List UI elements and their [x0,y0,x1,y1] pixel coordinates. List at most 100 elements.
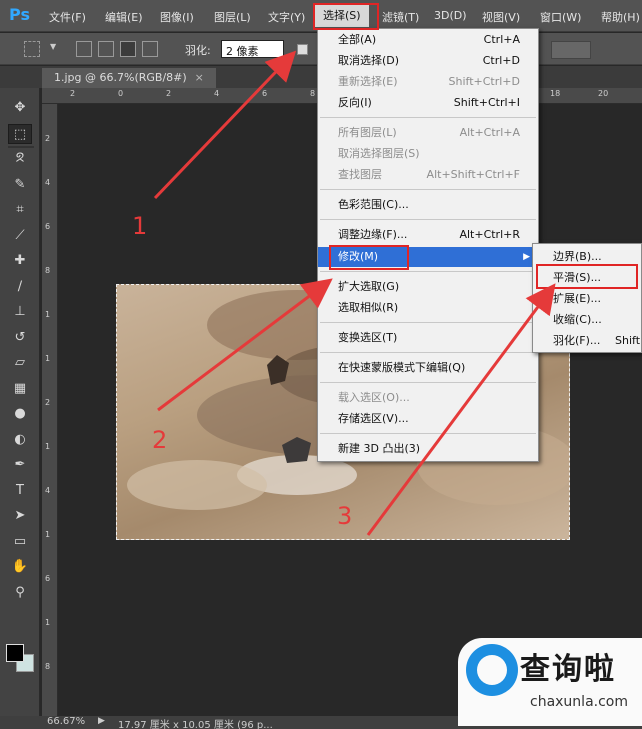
eraser-icon[interactable]: ▱ [8,353,32,373]
menu-item-label: 所有图层(L) [338,126,397,139]
menu-separator [320,382,536,383]
menu-separator [320,189,536,190]
menu-filter[interactable]: 滤镜(T) [382,9,419,25]
select-menu-item[interactable]: 色彩范围(C)... [318,195,538,215]
intersect-selection-icon[interactable] [142,41,158,57]
healing-icon[interactable]: ✚ [8,251,32,271]
chevron-down-icon[interactable]: ▼ [50,42,56,51]
status-arrow-icon[interactable]: ▶ [98,716,105,726]
foreground-color-swatch[interactable] [6,644,24,662]
document-tab[interactable]: 1.jpg @ 66.7%(RGB/8#) × [42,68,216,88]
ruler-tick-label: 20 [598,89,609,98]
annotation-number-1: 1 [132,212,148,240]
dodge-icon[interactable]: ◐ [8,430,32,450]
menu-edit[interactable]: 编辑(E) [105,9,143,25]
add-selection-icon[interactable] [98,41,114,57]
ruler-tick-label: 0 [118,89,124,98]
ruler-tick-label: 4 [45,178,51,187]
zoom-level[interactable]: 66.67% [47,716,85,727]
highlight-modify-item [329,245,409,270]
menu-item-shortcut: Alt+Ctrl+A [459,126,520,139]
menu-help[interactable]: 帮助(H) [601,9,640,25]
select-menu-item[interactable]: 选取相似(R) [318,298,538,318]
menu-item-shortcut: Ctrl+A [483,33,520,46]
width-input[interactable] [551,41,591,59]
menu-separator [320,433,536,434]
ruler-tick-label: 8 [45,662,51,671]
select-menu-item[interactable]: 扩大选取(G) [318,277,538,297]
marquee-preset-icon[interactable] [24,41,40,57]
document-tab-title: 1.jpg @ 66.7%(RGB/8#) [54,71,187,84]
ruler-tick-label: 2 [45,134,51,143]
select-menu-item[interactable]: 重新选择(E) Shift+Ctrl+D [318,72,538,92]
select-menu-item[interactable]: 在快速蒙版模式下编辑(Q) [318,358,538,378]
select-menu-item[interactable]: 所有图层(L) Alt+Ctrl+A [318,123,538,143]
modify-submenu-item[interactable]: 羽化(F)... Shift [533,331,642,351]
menu-item-label: 载入选区(O)... [338,391,410,404]
pen-icon[interactable]: ✒ [8,455,32,475]
select-menu-item[interactable]: 新建 3D 凸出(3) [318,439,538,459]
new-selection-icon[interactable] [76,41,92,57]
select-menu-item[interactable]: 存储选区(V)... [318,409,538,429]
ruler-tick-label: 4 [214,89,220,98]
history-brush-icon[interactable]: ↺ [8,328,32,348]
select-menu-item[interactable]: 取消选择图层(S) [318,144,538,164]
submenu-item-shortcut: Shift [615,334,641,347]
zoom-icon[interactable]: ⚲ [8,583,32,603]
menu-separator [320,322,536,323]
menu-file[interactable]: 文件(F) [49,9,86,25]
eyedropper-icon[interactable]: ⟋ [8,226,32,246]
select-menu-item[interactable]: 查找图层 Alt+Shift+Ctrl+F [318,165,538,185]
watermark: 查询啦 chaxunla.com [458,638,642,726]
menu-item-label: 调整边缘(F)... [338,228,408,241]
feather-input[interactable]: 2 像素 [221,40,284,58]
select-menu-item[interactable]: 取消选择(D) Ctrl+D [318,51,538,71]
select-menu-item[interactable]: 反向(I) Shift+Ctrl+I [318,93,538,113]
ruler-tick-label: 1 [45,530,51,539]
lasso-icon[interactable]: ᘝ [8,149,32,169]
anti-alias-checkbox[interactable] [297,44,308,55]
select-menu-item[interactable]: 变换选区(T) [318,328,538,348]
menu-item-label: 在快速蒙版模式下编辑(Q) [338,361,466,374]
type-icon[interactable]: T [8,481,32,501]
document-info: 17.97 厘米 x 10.05 厘米 (96 p... [118,720,273,729]
menu-item-shortcut: Alt+Ctrl+R [459,228,520,241]
menu-view[interactable]: 视图(V) [482,9,520,25]
select-menu-item[interactable]: 载入选区(O)... [318,388,538,408]
modify-submenu-item[interactable]: 扩展(E)... [533,289,642,309]
menu-type[interactable]: 文字(Y) [268,9,305,25]
select-menu-item[interactable]: 调整边缘(F)... Alt+Ctrl+R [318,225,538,245]
brush-icon[interactable]: ∕ [8,277,32,297]
menu-item-label: 取消选择(D) [338,54,400,67]
menu-layer[interactable]: 图层(L) [214,9,251,25]
crop-icon[interactable]: ⌗ [8,200,32,220]
menu-item-label: 查找图层 [338,168,382,181]
select-menu-item[interactable]: 全部(A) Ctrl+A [318,30,538,50]
shape-icon[interactable]: ▭ [8,532,32,552]
menu-item-label: 重新选择(E) [338,75,398,88]
menu-window[interactable]: 窗口(W) [540,9,581,25]
menu-item-label: 存储选区(V)... [338,412,409,425]
path-select-icon[interactable]: ➤ [8,506,32,526]
close-icon[interactable]: × [195,71,204,84]
hand-icon[interactable]: ✋ [8,557,32,577]
menu-image[interactable]: 图像(I) [160,9,194,25]
gradient-icon[interactable]: ▦ [8,379,32,399]
highlight-smooth-item [536,264,638,289]
move-icon[interactable]: ✥ [8,98,32,118]
marquee-icon[interactable]: ⬚ [8,123,32,144]
stamp-icon[interactable]: ⊥ [8,302,32,322]
vertical-ruler: 2 4 6 8 1 1 2 1 4 1 6 1 8 [42,104,58,716]
modify-submenu-item[interactable]: 收缩(C)... [533,310,642,330]
menu-3d[interactable]: 3D(D) [434,9,467,22]
subtract-selection-icon[interactable] [120,41,136,57]
quick-select-icon[interactable]: ✎ [8,175,32,195]
blur-icon[interactable]: ● [8,404,32,424]
ruler-tick-label: 2 [166,89,172,98]
highlight-select-menu [313,3,379,30]
watermark-url: chaxunla.com [530,694,628,710]
ruler-tick-label: 6 [45,574,51,583]
divider [8,146,34,148]
menu-item-label: 取消选择图层(S) [338,147,420,160]
photoshop-window: Ps 文件(F) 编辑(E) 图像(I) 图层(L) 文字(Y) 选择(S) 滤… [0,0,642,729]
